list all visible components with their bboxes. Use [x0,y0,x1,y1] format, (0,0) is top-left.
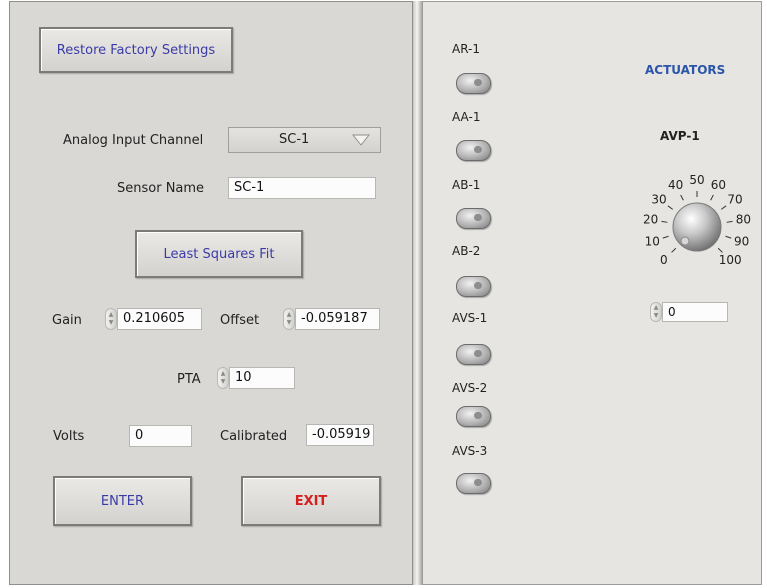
knob-tick-label: 40 [668,178,683,192]
volts-label: Volts [53,429,85,444]
toggle-ar-1[interactable] [456,73,491,94]
toggle-label-ab-2: AB-2 [452,244,481,258]
knob-indicator [680,236,690,246]
knob-tick-mark [667,205,674,210]
knob-tick-label: 0 [660,253,668,267]
knob-tick-mark [726,220,733,223]
knob-value-stepper[interactable]: ▲ ▼ [650,302,662,322]
toggle-avs-2[interactable] [456,406,491,427]
knob-tick-label: 90 [734,235,749,249]
toggle-label-aa-1: AA-1 [452,110,481,124]
knob-tick-mark [680,194,684,201]
knob-tick-label: 70 [727,192,742,206]
analog-input-channel-value: SC-1 [279,132,310,147]
offset-label: Offset [220,313,260,328]
toggle-avs-3[interactable] [456,473,491,494]
exit-button[interactable]: EXIT [241,476,381,526]
calibrated-output: -0.05919 [306,424,374,446]
pta-label: PTA [177,372,201,387]
analog-input-channel-label: Analog Input Channel [63,133,204,148]
knob-tick-mark [717,247,723,253]
panel-divider[interactable] [413,1,422,585]
knob-value-input[interactable]: 0 [662,302,728,322]
avp-1-knob[interactable]: 0 10 20 30 40 50 60 70 80 90 100 [632,157,762,287]
knob-tick-mark [720,205,727,210]
toggle-aa-1[interactable] [456,140,491,161]
knob-tick-label: 20 [643,213,658,227]
knob-tick-mark [671,247,677,253]
knob-tick-label: 60 [711,178,726,192]
toggle-label-avs-3: AVS-3 [452,444,488,458]
knob-tick-label: 30 [651,192,666,206]
toggle-label-avs-1: AVS-1 [452,311,488,325]
analog-input-channel-select[interactable]: SC-1 [228,127,381,153]
gain-stepper[interactable]: ▲ ▼ [105,308,117,330]
offset-stepper[interactable]: ▲ ▼ [283,308,295,330]
toggle-avs-1[interactable] [456,344,491,365]
enter-button[interactable]: ENTER [53,476,192,526]
knob-tick-label: 10 [645,235,660,249]
toggle-ab-2[interactable] [456,276,491,297]
pta-input[interactable]: 10 [229,367,295,389]
actuators-title: ACTUATORS [645,63,726,77]
knob-tick-label: 100 [719,253,742,267]
knob-tick-label: 50 [689,173,704,187]
toggle-label-ar-1: AR-1 [452,42,481,56]
least-squares-fit-button[interactable]: Least Squares Fit [135,230,303,278]
sensor-name-label: Sensor Name [117,181,205,196]
dropdown-arrow-icon [352,134,370,146]
knob-tick-mark [661,220,668,223]
restore-factory-settings-button[interactable]: Restore Factory Settings [39,27,233,73]
knob-label: AVP-1 [660,129,700,143]
toggle-label-avs-2: AVS-2 [452,381,488,395]
calibrated-label: Calibrated [220,429,288,444]
volts-input[interactable]: 0 [129,425,192,447]
offset-input[interactable]: -0.059187 [295,308,380,330]
gain-input[interactable]: 0.210605 [117,308,202,330]
knob-tick-mark [725,235,732,239]
knob-dial[interactable]: 010 20 3040 50 6070 80 90 100 [632,157,762,287]
gain-label: Gain [52,313,82,328]
toggle-ab-1[interactable] [456,208,491,229]
knob-tick-mark [662,235,669,239]
knob-tick-mark [710,194,714,201]
sensor-name-input[interactable]: SC-1 [228,177,376,199]
toggle-label-ab-1: AB-1 [452,178,481,192]
knob-tick-label: 80 [736,213,751,227]
knob-body[interactable] [672,202,722,252]
pta-stepper[interactable]: ▲ ▼ [217,367,229,389]
